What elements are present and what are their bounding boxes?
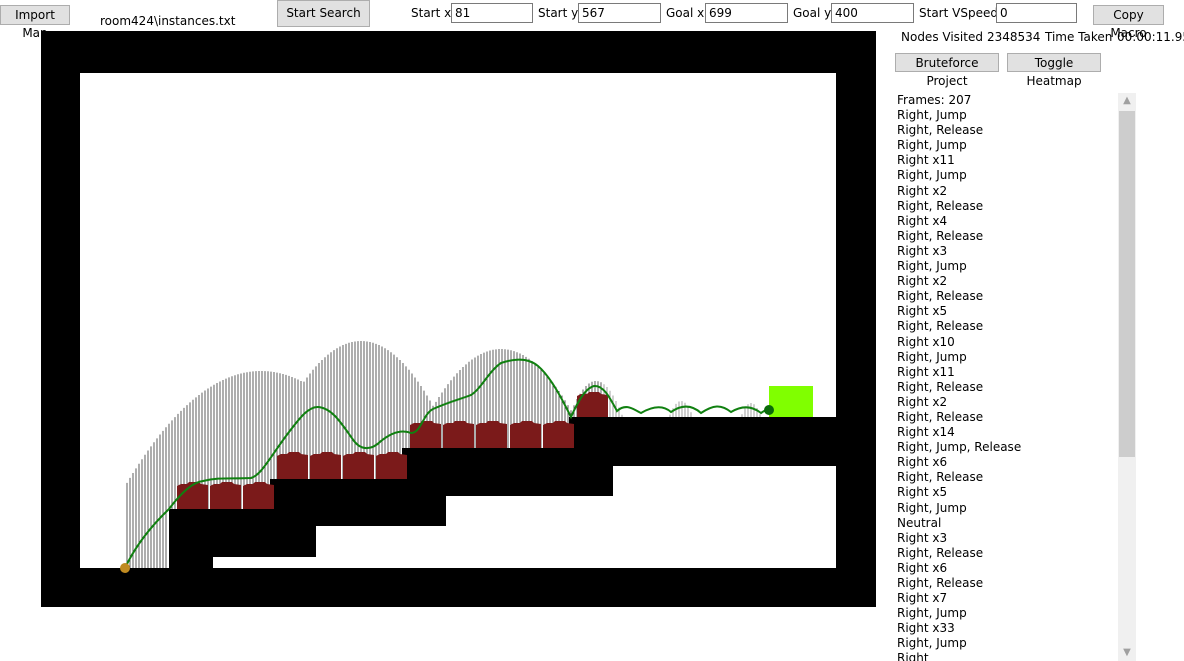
start-x-input[interactable] xyxy=(451,3,533,23)
crate xyxy=(343,452,374,479)
import-map-button[interactable]: Import Map xyxy=(0,5,70,40)
time-taken-label: Time Taken xyxy=(1045,30,1113,44)
crate xyxy=(243,482,274,509)
macro-list-item[interactable]: Right x14 xyxy=(897,425,1117,440)
crate xyxy=(476,421,507,448)
crate xyxy=(510,421,541,448)
start-marker xyxy=(120,563,130,573)
nodes-visited-value: 2348534 xyxy=(987,30,1041,44)
macro-list-item[interactable]: Right, Release xyxy=(897,123,1117,138)
macro-list-item[interactable]: Right x3 xyxy=(897,244,1117,259)
goal-y-label: Goal y xyxy=(793,6,832,20)
macro-list-item[interactable]: Right x6 xyxy=(897,455,1117,470)
goal-x-label: Goal x xyxy=(666,6,705,20)
macro-list-item[interactable]: Right, Jump xyxy=(897,108,1117,123)
macro-list-item[interactable]: Right, Release xyxy=(897,319,1117,334)
macro-list-item[interactable]: Right, Jump xyxy=(897,259,1117,274)
macro-list-item[interactable]: Right xyxy=(897,651,1117,661)
goal-x-input[interactable] xyxy=(705,3,788,23)
crate xyxy=(410,421,441,448)
macro-list-item[interactable]: Right x10 xyxy=(897,335,1117,350)
macro-list-item[interactable]: Right, Release xyxy=(897,410,1117,425)
macro-list-item[interactable]: Right x3 xyxy=(897,531,1117,546)
macro-list-item[interactable]: Right x33 xyxy=(897,621,1117,636)
macro-list-item[interactable]: Right, Jump xyxy=(897,350,1117,365)
macro-list-item[interactable]: Right, Release xyxy=(897,380,1117,395)
crate xyxy=(443,421,474,448)
macro-list-item[interactable]: Right x4 xyxy=(897,214,1117,229)
start-vspeed-label: Start VSpeed xyxy=(919,6,998,20)
copy-macro-button[interactable]: Copy Macro xyxy=(1093,5,1164,40)
start-vspeed-input[interactable] xyxy=(996,3,1077,23)
crate xyxy=(376,452,407,479)
time-taken-value: 00:00:11.95 xyxy=(1117,30,1184,44)
crate xyxy=(210,482,241,509)
macro-list-item[interactable]: Right, Jump, Release xyxy=(897,440,1117,455)
goal-y-input[interactable] xyxy=(831,3,914,23)
start-search-button[interactable]: Start Search xyxy=(277,0,370,27)
macro-list-item[interactable]: Frames: 207 xyxy=(897,93,1117,108)
macro-list-item[interactable]: Right, Jump xyxy=(897,138,1117,153)
macro-list[interactable]: Frames: 207 Right, Jump Right, Release Righ… xyxy=(897,93,1117,661)
macro-list-item[interactable]: Right x6 xyxy=(897,561,1117,576)
start-x-label: Start x xyxy=(411,6,452,20)
macro-list-item[interactable]: Right x2 xyxy=(897,274,1117,289)
scroll-thumb[interactable] xyxy=(1119,111,1135,457)
macro-list-item[interactable]: Right, Jump xyxy=(897,636,1117,651)
macro-list-item[interactable]: Right, Jump xyxy=(897,168,1117,183)
macro-list-item[interactable]: Right x2 xyxy=(897,395,1117,410)
macro-list-item[interactable]: Right x2 xyxy=(897,184,1117,199)
macro-list-item[interactable]: Right x7 xyxy=(897,591,1117,606)
crate xyxy=(277,452,308,479)
goal-zone xyxy=(769,386,813,417)
map-canvas[interactable] xyxy=(41,31,876,607)
scroll-down-icon[interactable]: ▼ xyxy=(1118,645,1136,661)
macro-list-item[interactable]: Right x5 xyxy=(897,304,1117,319)
macro-list-scrollbar[interactable]: ▲ ▼ xyxy=(1118,93,1136,661)
file-path-label: room424\instances.txt xyxy=(100,14,236,28)
toggle-heatmap-button[interactable]: Toggle Heatmap xyxy=(1007,53,1101,88)
crate xyxy=(310,452,341,479)
macro-list-item[interactable]: Right x11 xyxy=(897,153,1117,168)
start-y-label: Start y xyxy=(538,6,579,20)
macro-list-item[interactable]: Right, Release xyxy=(897,470,1117,485)
macro-list-item[interactable]: Right, Release xyxy=(897,289,1117,304)
end-marker xyxy=(764,405,774,415)
macro-list-item[interactable]: Right, Release xyxy=(897,546,1117,561)
bruteforce-project-button[interactable]: Bruteforce Project xyxy=(895,53,999,88)
macro-list-item[interactable]: Right, Release xyxy=(897,199,1117,214)
scroll-up-icon[interactable]: ▲ xyxy=(1118,93,1136,109)
macro-list-item[interactable]: Right, Jump xyxy=(897,501,1117,516)
macro-list-item[interactable]: Right x11 xyxy=(897,365,1117,380)
macro-list-item[interactable]: Neutral xyxy=(897,516,1117,531)
macro-list-item[interactable]: Right, Release xyxy=(897,576,1117,591)
macro-list-item[interactable]: Right, Release xyxy=(897,229,1117,244)
macro-list-item[interactable]: Right, Jump xyxy=(897,606,1117,621)
nodes-visited-label: Nodes Visited xyxy=(901,30,983,44)
crate xyxy=(543,421,574,448)
macro-list-item[interactable]: Right x5 xyxy=(897,485,1117,500)
start-y-input[interactable] xyxy=(578,3,661,23)
